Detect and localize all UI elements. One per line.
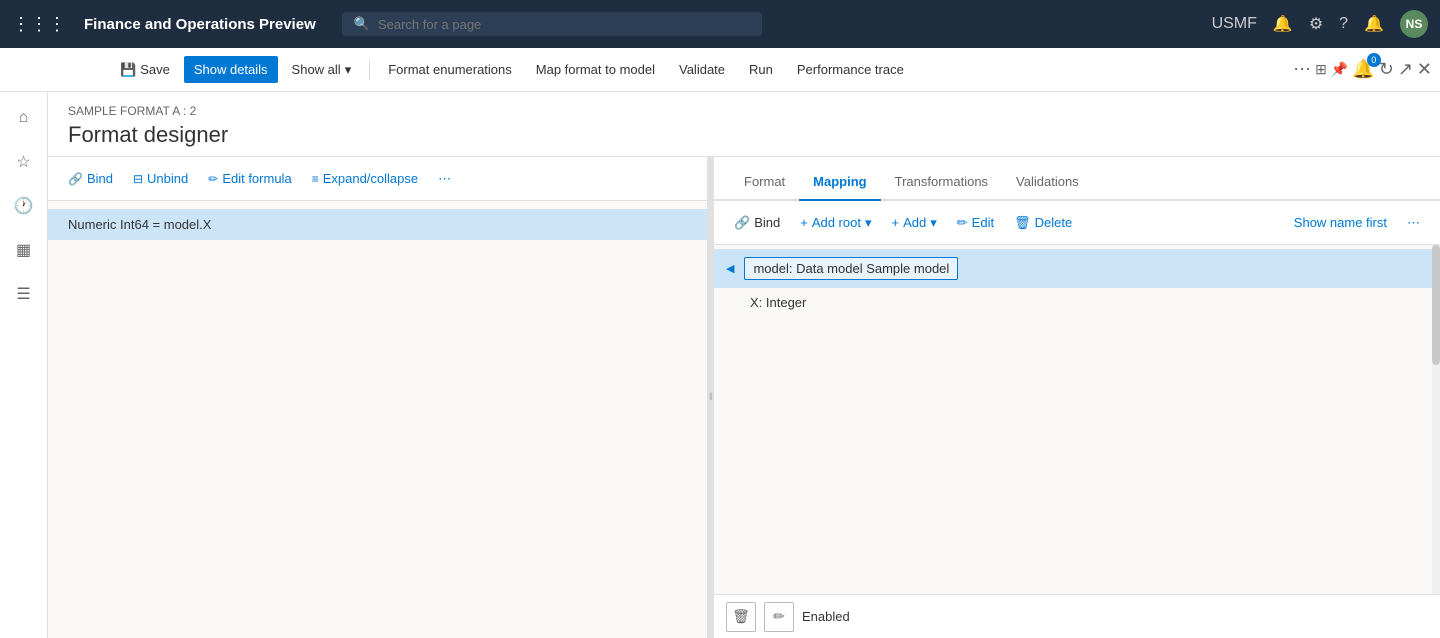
grid-icon[interactable]: ⋮⋮⋮ (12, 14, 66, 35)
formula-icon: ✏ (208, 172, 218, 186)
tree-item[interactable]: Numeric Int64 = model.X (48, 209, 707, 240)
refresh-badge[interactable]: 🔔0 (1352, 59, 1374, 80)
format-enumerations-button[interactable]: Format enumerations (378, 56, 522, 83)
add-root-icon: + (800, 215, 808, 230)
perf-trace-button[interactable]: Performance trace (787, 56, 914, 83)
mapping-ellipsis-icon: ⋯ (1407, 215, 1420, 231)
separator-1 (369, 60, 370, 80)
validate-button[interactable]: Validate (669, 56, 735, 83)
user-code: USMF (1212, 15, 1257, 33)
page-title: Format designer (68, 122, 1420, 148)
bottom-trash-icon: 🗑 (732, 608, 750, 625)
link-icon: 🔗 (68, 172, 83, 186)
external-link-icon[interactable]: ↗ (1398, 59, 1413, 80)
tabs-bar: Format Mapping Transformations Validatio… (714, 157, 1440, 201)
bottom-delete-button[interactable]: 🗑 (726, 602, 756, 632)
app-title: Finance and Operations Preview (84, 16, 316, 33)
bottom-pencil-icon: ✏ (773, 608, 785, 625)
chevron-down-icon2: ▾ (865, 215, 872, 231)
command-bar: 💾 Save Show details Show all ▾ Format en… (0, 48, 1440, 92)
split-area: 🔗 Bind ⊟ Unbind ✏ Edit formula ≡ Expand/… (48, 157, 1440, 638)
enabled-label: Enabled (802, 609, 850, 624)
left-panel: 🔗 Bind ⊟ Unbind ✏ Edit formula ≡ Expand/… (48, 157, 708, 638)
chevron-down-icon3: ▾ (930, 215, 937, 231)
more-options-button[interactable]: ⋯ (430, 166, 459, 192)
pin-icon[interactable]: 📌 (1331, 61, 1348, 78)
message-icon[interactable]: 🔔 (1364, 16, 1384, 33)
layout-icon[interactable]: ⊞ (1315, 61, 1327, 78)
save-icon: 💾 (120, 62, 136, 78)
format-tree: Numeric Int64 = model.X (48, 201, 707, 638)
app-layout: ⌂ ☆ 🕐 ▦ ☰ SAMPLE FORMAT A : 2 Format des… (0, 92, 1440, 638)
left-sidebar: ⌂ ☆ 🕐 ▦ ☰ (0, 92, 48, 638)
sidebar-item-home[interactable]: ⌂ (6, 100, 42, 136)
show-name-first-button[interactable]: Show name first (1286, 210, 1395, 235)
save-button[interactable]: 💾 Save (110, 56, 180, 84)
mapping-toolbar: 🔗 Bind + Add root ▾ + Add ▾ ✏ (714, 201, 1440, 245)
help-icon[interactable]: ? (1339, 15, 1348, 33)
delete-button[interactable]: 🗑 Delete (1006, 210, 1080, 236)
show-details-button[interactable]: Show details (184, 56, 278, 83)
expand-icon: ≡ (312, 172, 319, 186)
run-button[interactable]: Run (739, 56, 783, 83)
edit-formula-button[interactable]: ✏ Edit formula (200, 166, 299, 191)
bind-button[interactable]: 🔗 Bind (60, 166, 121, 191)
sidebar-item-workspace[interactable]: ▦ (6, 232, 42, 268)
settings-icon[interactable]: ⚙ (1309, 14, 1323, 34)
tab-mapping[interactable]: Mapping (799, 164, 880, 201)
chevron-down-icon: ▾ (345, 62, 352, 78)
model-root-node[interactable]: ◀ model: Data model Sample model (714, 249, 1440, 288)
main-content: SAMPLE FORMAT A : 2 Format designer 🔗 Bi… (48, 92, 1440, 638)
breadcrumb: SAMPLE FORMAT A : 2 (68, 104, 1420, 118)
bottom-edit-button[interactable]: ✏ (764, 602, 794, 632)
add-root-button[interactable]: + Add root ▾ (792, 210, 879, 236)
redo-icon[interactable]: ↻ (1379, 59, 1394, 80)
drag-handle-icon: ‖ (709, 392, 713, 403)
add-icon: + (892, 215, 900, 230)
mapping-more-button[interactable]: ⋯ (1399, 210, 1428, 236)
unbind-button[interactable]: ⊟ Unbind (125, 166, 196, 191)
panel-toolbar: 🔗 Bind ⊟ Unbind ✏ Edit formula ≡ Expand/… (48, 157, 707, 201)
scrollbar[interactable] (1432, 245, 1440, 594)
model-node-label: model: Data model Sample model (744, 257, 958, 280)
edit-button[interactable]: ✏ Edit (949, 210, 1002, 236)
expand-collapse-button[interactable]: ≡ Expand/collapse (304, 166, 426, 191)
search-icon: 🔍 (354, 16, 370, 32)
page-header: SAMPLE FORMAT A : 2 Format designer (48, 92, 1440, 157)
top-nav-icons: USMF 🔔 ⚙ ? 🔔 NS (1212, 10, 1428, 38)
add-button[interactable]: + Add ▾ (884, 210, 945, 236)
more-icon[interactable]: ⋯ (1293, 59, 1311, 80)
top-nav: ⋮⋮⋮ Finance and Operations Preview 🔍 USM… (0, 0, 1440, 48)
map-format-button[interactable]: Map format to model (526, 56, 665, 83)
right-panel: Format Mapping Transformations Validatio… (714, 157, 1440, 638)
badge-count: 0 (1367, 53, 1381, 67)
sidebar-item-recent[interactable]: 🕐 (6, 188, 42, 224)
tab-transformations[interactable]: Transformations (881, 164, 1002, 201)
pencil-icon: ✏ (957, 215, 968, 231)
tab-validations[interactable]: Validations (1002, 164, 1093, 201)
show-all-button[interactable]: Show all ▾ (282, 56, 362, 84)
sidebar-item-favorites[interactable]: ☆ (6, 144, 42, 180)
ellipsis-icon: ⋯ (438, 171, 451, 187)
tab-format[interactable]: Format (730, 164, 799, 201)
avatar[interactable]: NS (1400, 10, 1428, 38)
mapping-tree: ◀ model: Data model Sample model X: Inte… (714, 245, 1440, 594)
link2-icon: 🔗 (734, 215, 750, 231)
close-icon[interactable]: ✕ (1417, 59, 1432, 80)
sidebar-item-list[interactable]: ☰ (6, 276, 42, 312)
search-bar[interactable]: 🔍 (342, 12, 762, 36)
bottom-toolbar: 🗑 ✏ Enabled (714, 594, 1440, 638)
trash-icon: 🗑 (1014, 215, 1031, 231)
notification-icon[interactable]: 🔔 (1273, 14, 1293, 34)
scrollbar-thumb[interactable] (1432, 245, 1440, 365)
message-badge-wrap[interactable]: 🔔 (1364, 14, 1384, 34)
map-bind-button[interactable]: 🔗 Bind (726, 210, 788, 236)
collapse-icon[interactable]: ◀ (726, 262, 734, 275)
search-input[interactable] (378, 17, 750, 32)
model-child-node[interactable]: X: Integer (714, 288, 1440, 317)
unbind-icon: ⊟ (133, 172, 143, 186)
